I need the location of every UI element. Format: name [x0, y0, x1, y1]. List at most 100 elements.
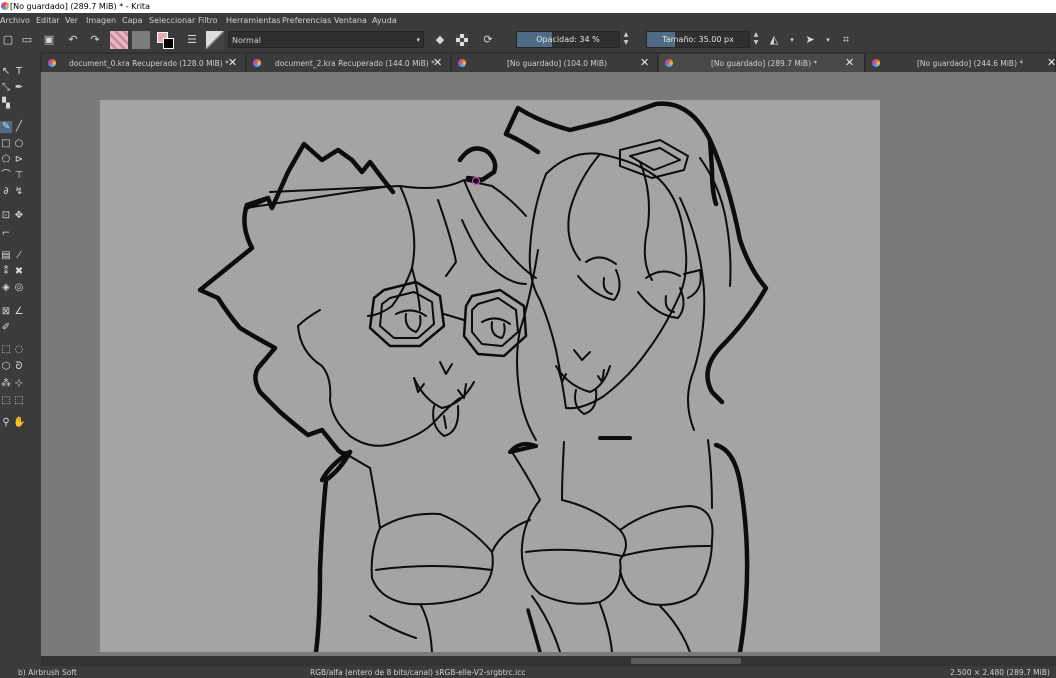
krita-document-icon [458, 59, 466, 67]
tab-unsaved-289[interactable]: [No guardado] (289.7 MiB) * ✕ [659, 54, 865, 72]
canvas-viewport[interactable] [41, 72, 1056, 656]
toolbox-panel: ↖ T ⤡ ✒ ▚ ✎ ╱ □ ○ ⬠ ⊳ ⌒ ⊤ ∂ ↯ ⊡ ✥ ⌐ ▤ ⁄ … [0, 52, 40, 678]
freehand-selection-icon[interactable]: ᘐ [13, 361, 25, 373]
tab-label: [No guardado] (289.7 MiB) * [711, 59, 818, 68]
measure-tool-icon[interactable]: ∠ [13, 306, 25, 318]
fill-tool-icon[interactable]: ◈ [0, 282, 12, 294]
tab-document-0[interactable]: document_0.kra Recuperado (128.0 MiB) * … [42, 54, 246, 72]
pan-tool-icon[interactable]: ✋ [13, 417, 25, 429]
elliptical-selection-icon[interactable]: ◌ [13, 344, 25, 356]
color-picker-tool-icon[interactable]: ⁄ [13, 250, 25, 262]
bezier-tool-icon[interactable]: ⌒ [0, 170, 12, 182]
close-icon[interactable]: ✕ [433, 56, 442, 69]
menu-filtro[interactable]: Filtro [198, 16, 218, 25]
canvas-paper[interactable] [100, 100, 880, 652]
line-tool-icon[interactable]: ╱ [13, 121, 25, 133]
tab-unsaved-104[interactable]: [No guardado] (104.0 MiB) ✕ [452, 54, 658, 72]
scrollbar-thumb[interactable] [631, 658, 741, 664]
edit-shapes-tool-icon[interactable]: ⤡ [0, 82, 12, 94]
gradient-tool-icon[interactable]: ▤ [0, 250, 12, 262]
similar-selection-icon[interactable]: ⊹ [13, 378, 25, 390]
transform-tool-icon[interactable]: ⊡ [0, 210, 12, 222]
mirror-vertical-icon[interactable]: ➤ [802, 32, 818, 48]
polygon-tool-icon[interactable]: ⬠ [0, 154, 12, 166]
menu-seleccionar[interactable]: Seleccionar [149, 16, 195, 25]
status-bar: b) Airbrush Soft RGB/alfa (entero de 8 b… [0, 666, 1056, 678]
blend-mode-select[interactable]: Normal ▾ [228, 31, 424, 48]
polygonal-selection-icon[interactable]: ⬡ [0, 361, 12, 373]
gradient-swatch-icon[interactable] [110, 31, 128, 49]
crop-icon[interactable]: ⌗ [838, 32, 854, 48]
enclose-fill-tool-icon[interactable]: ◎ [13, 282, 25, 294]
save-icon[interactable]: ▣ [41, 32, 57, 48]
opacity-label: Opacidad: 34 % [536, 35, 600, 44]
close-icon[interactable]: ✕ [228, 56, 237, 69]
menu-ayuda[interactable]: Ayuda [372, 16, 397, 25]
horizontal-scrollbar[interactable] [41, 656, 1056, 666]
opacity-slider[interactable]: Opacidad: 34 % [516, 31, 620, 48]
blend-mode-value: Normal [232, 36, 261, 45]
alpha-lock-icon[interactable] [456, 34, 468, 46]
pattern-swatch-icon[interactable] [132, 31, 150, 49]
ellipse-tool-icon[interactable]: ○ [13, 138, 25, 150]
mirror-dropdown-icon[interactable]: ▾ [784, 32, 800, 48]
menu-herramientas[interactable]: Herramientas [226, 16, 281, 25]
menu-capa[interactable]: Capa [122, 16, 142, 25]
rectangle-tool-icon[interactable]: □ [0, 138, 12, 150]
krita-document-icon [665, 59, 673, 67]
multibrush-tool-icon[interactable]: ↯ [13, 186, 25, 198]
undo-icon[interactable]: ↶ [65, 32, 81, 48]
menu-archivo[interactable]: Archivo [0, 16, 30, 25]
contiguous-selection-icon[interactable]: ⁂ [0, 378, 12, 390]
close-icon[interactable]: ✕ [845, 56, 854, 69]
brush-preset-preview-icon[interactable] [206, 31, 224, 49]
open-folder-icon[interactable]: ▭ [19, 32, 35, 48]
gradient-edit-tool-icon[interactable]: ▚ [0, 98, 12, 110]
dynamic-brush-tool-icon[interactable]: ∂ [0, 186, 12, 198]
move-tool-icon[interactable]: ✥ [13, 210, 25, 222]
polyline-tool-icon[interactable]: ⊳ [13, 154, 25, 166]
lineart-drawing [197, 101, 769, 652]
new-document-icon[interactable]: ▢ [0, 32, 16, 48]
menu-ventana[interactable]: Ventana [334, 16, 367, 25]
krita-document-icon [872, 59, 880, 67]
rectangular-selection-icon[interactable]: ⬚ [0, 344, 12, 356]
reference-images-tool-icon[interactable]: ✐ [0, 322, 12, 334]
mirror-horizontal-icon[interactable]: ◭ [766, 32, 782, 48]
chevron-down-icon: ▾ [416, 36, 420, 44]
text-tool-icon[interactable]: T [13, 66, 25, 78]
close-icon[interactable]: ✕ [1047, 56, 1056, 69]
menu-preferencias[interactable]: Preferencias [282, 16, 331, 25]
menu-editar[interactable]: Editar [36, 16, 60, 25]
size-spin-icon[interactable]: ▲ ▼ [751, 31, 761, 48]
smart-patch-tool-icon[interactable]: ✖ [13, 266, 25, 278]
window-title: [No guardado] (289.7 MiB) * - Krita [10, 2, 150, 11]
select-shape-tool-icon[interactable]: ↖ [0, 66, 12, 78]
close-icon[interactable]: ✕ [640, 56, 649, 69]
zoom-tool-icon[interactable]: ⚲ [0, 417, 12, 429]
crop-tool-icon[interactable]: ⌐ [0, 228, 12, 240]
freehand-brush-tool-icon[interactable]: ✎ [0, 121, 12, 133]
tab-unsaved-244[interactable]: [No guardado] (244.6 MiB) * ✕ [866, 54, 1056, 72]
tab-document-2[interactable]: document_2.kra Recuperado (144.0 MiB) * … [247, 54, 451, 72]
menu-imagen[interactable]: Imagen [86, 16, 116, 25]
freehand-path-tool-icon[interactable]: ⊤ [13, 170, 25, 182]
reload-preset-icon[interactable]: ⟳ [480, 32, 496, 48]
colorize-mask-tool-icon[interactable]: ⁑ [0, 266, 12, 278]
calligraphy-tool-icon[interactable]: ✒ [13, 82, 25, 94]
assistant-tool-icon[interactable]: ⊠ [0, 306, 12, 318]
mirror-vertical-dropdown-icon[interactable]: ▾ [820, 32, 836, 48]
eraser-icon[interactable]: ◆ [432, 32, 448, 48]
krita-logo-icon [1, 2, 9, 10]
magnetic-selection-icon[interactable]: ⬚ [13, 395, 25, 407]
krita-document-icon [253, 59, 261, 67]
opacity-spin-icon[interactable]: ▲ ▼ [621, 31, 631, 48]
bezier-selection-icon[interactable]: ⬚ [0, 395, 12, 407]
redo-icon[interactable]: ↷ [87, 32, 103, 48]
menu-ver[interactable]: Ver [65, 16, 78, 25]
foreground-background-color-icon[interactable] [156, 31, 174, 49]
tab-label: [No guardado] (244.6 MiB) * [917, 59, 1024, 68]
status-color-info: RGB/alfa (entero de 8 bits/canal) sRGB-e… [310, 668, 526, 677]
size-slider[interactable]: Tamaño: 35.00 px [646, 31, 750, 48]
brush-presets-icon[interactable]: ☰ [184, 32, 200, 48]
